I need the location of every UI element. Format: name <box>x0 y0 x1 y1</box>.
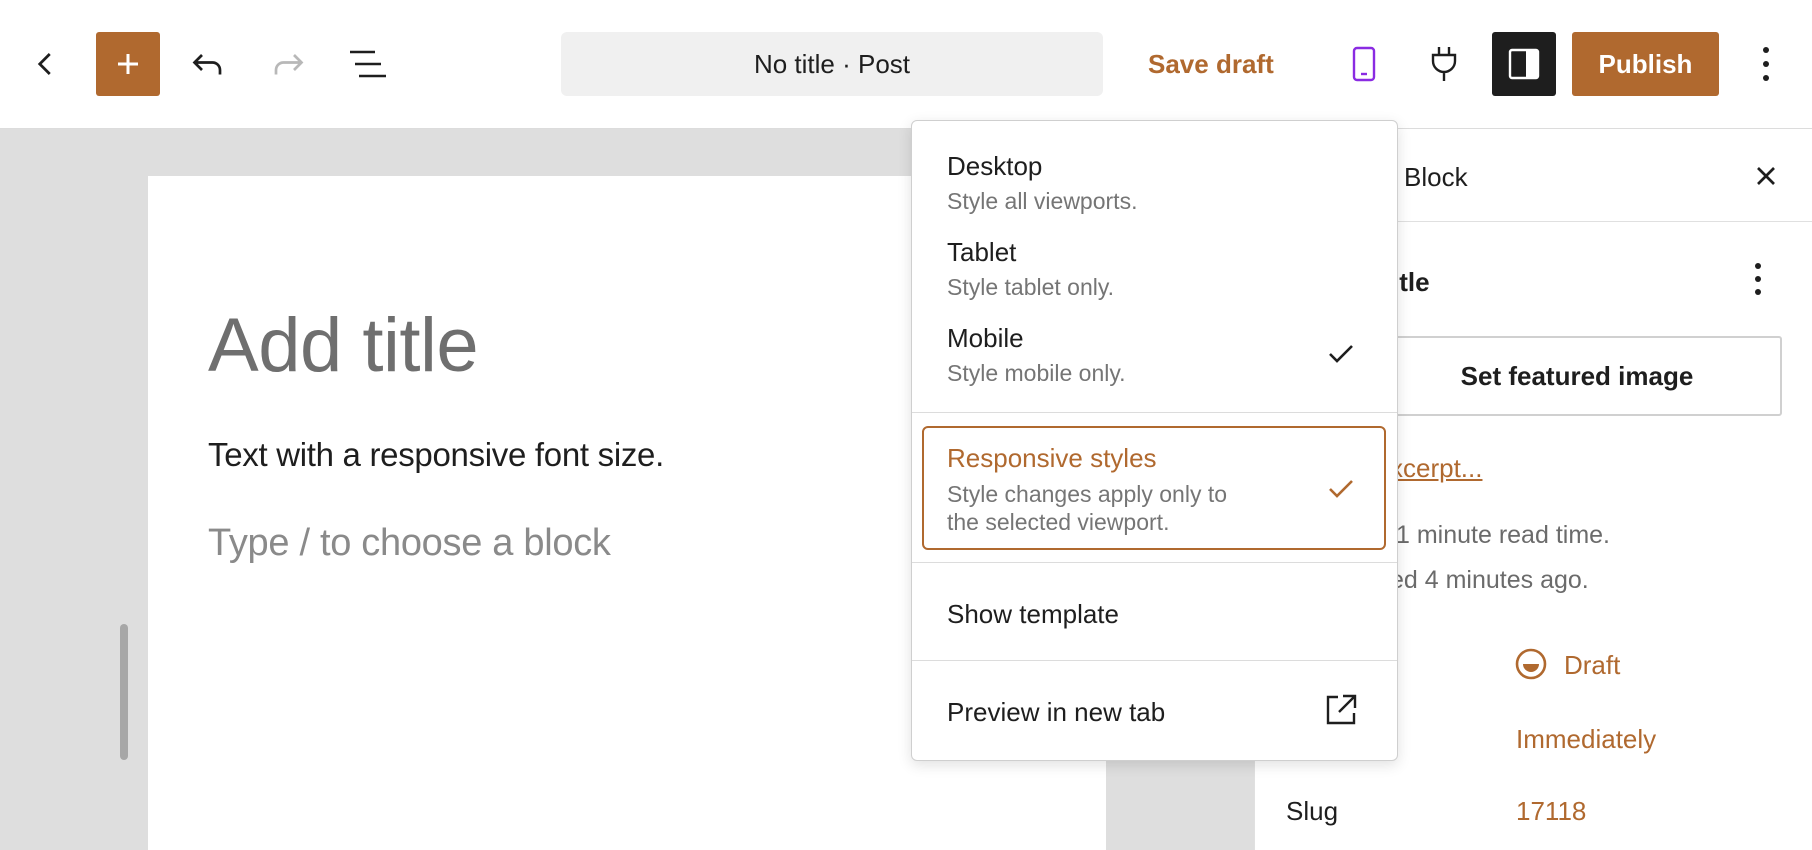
menu-item-label: Preview in new tab <box>947 697 1166 727</box>
chevron-left-icon <box>37 53 51 75</box>
last-saved-text: ed 4 minutes ago. <box>1390 566 1589 594</box>
redo-button[interactable] <box>256 32 320 96</box>
menu-item-description: Style mobile only. <box>947 360 1126 386</box>
list-view-icon <box>350 50 386 78</box>
editor-header: No title · Post Save draft Publish <box>0 0 1812 129</box>
menu-divider <box>912 660 1397 661</box>
checkmark-icon <box>1329 345 1353 363</box>
add-excerpt-link[interactable]: xcerpt... <box>1390 453 1482 484</box>
menu-item-description-line2: the selected viewport. <box>947 509 1170 535</box>
set-featured-image-button[interactable]: Set featured image <box>1372 336 1782 416</box>
redo-icon <box>274 54 304 75</box>
menu-item-preview-new-tab[interactable]: Preview in new tab <box>912 671 1397 753</box>
sidebar-close-button[interactable] <box>1750 160 1782 192</box>
menu-item-desktop[interactable]: Desktop Style all viewports. <box>912 141 1397 221</box>
publish-date-value[interactable]: Immediately <box>1516 724 1656 755</box>
add-block-button[interactable] <box>96 32 160 96</box>
more-vertical-icon <box>1755 263 1761 295</box>
menu-item-description-line1: Style changes apply only to <box>947 481 1228 507</box>
plus-icon <box>118 54 138 74</box>
publish-button[interactable]: Publish <box>1572 32 1719 96</box>
canvas-scrollbar[interactable] <box>120 624 128 760</box>
menu-item-show-template[interactable]: Show template <box>912 573 1397 655</box>
menu-item-description: Style all viewports. <box>947 188 1138 214</box>
status-value[interactable]: Draft <box>1564 650 1620 681</box>
post-title-placeholder[interactable]: Add title <box>208 302 479 389</box>
preview-options-menu: Desktop Style all viewports. Tablet Styl… <box>911 120 1398 761</box>
draft-status-icon <box>1515 648 1547 680</box>
more-vertical-icon <box>1763 47 1769 81</box>
document-title: No title · Post <box>753 48 911 79</box>
mobile-icon <box>1352 46 1376 82</box>
menu-item-mobile[interactable]: Mobile Style mobile only. <box>912 313 1397 393</box>
menu-item-responsive-styles[interactable]: Responsive styles Style changes apply on… <box>922 426 1386 550</box>
menu-divider <box>912 562 1397 563</box>
read-time-text: 1 minute read time. <box>1396 521 1610 549</box>
menu-item-label: Desktop <box>947 151 1043 181</box>
menu-item-tablet[interactable]: Tablet Style tablet only. <box>912 227 1397 307</box>
checkmark-icon <box>1329 480 1353 498</box>
menu-item-description: Style tablet only. <box>947 274 1115 300</box>
document-title-bar[interactable]: No title · Post <box>561 32 1103 96</box>
undo-button[interactable] <box>176 32 240 96</box>
post-panel-options[interactable] <box>1748 262 1768 300</box>
menu-item-label: Mobile <box>947 323 1024 353</box>
menu-divider <box>912 412 1397 413</box>
back-button[interactable] <box>14 32 78 96</box>
close-icon <box>1757 167 1775 185</box>
paragraph-block[interactable]: Text with a responsive font size. <box>208 436 664 474</box>
device-preview-button[interactable] <box>1332 32 1396 96</box>
slug-label: Slug <box>1286 796 1339 826</box>
options-button[interactable] <box>1734 32 1798 96</box>
menu-item-label: Show template <box>947 599 1119 629</box>
plugins-button[interactable] <box>1412 32 1476 96</box>
status-icon-wrap <box>1514 647 1548 681</box>
menu-item-label: Responsive styles <box>947 443 1157 473</box>
undo-icon <box>192 54 222 75</box>
save-draft-button[interactable]: Save draft <box>1148 32 1274 96</box>
sidebar-toggle-icon <box>1508 48 1540 80</box>
menu-item-label: Tablet <box>947 237 1017 267</box>
tab-block[interactable]: Block <box>1404 162 1468 193</box>
plug-icon <box>1431 47 1457 81</box>
settings-toggle-button[interactable] <box>1492 32 1556 96</box>
list-view-button[interactable] <box>336 32 400 96</box>
block-appender[interactable]: Type / to choose a block <box>208 522 611 565</box>
external-link-icon <box>1326 694 1357 725</box>
slug-value[interactable]: 17118 <box>1516 796 1586 827</box>
